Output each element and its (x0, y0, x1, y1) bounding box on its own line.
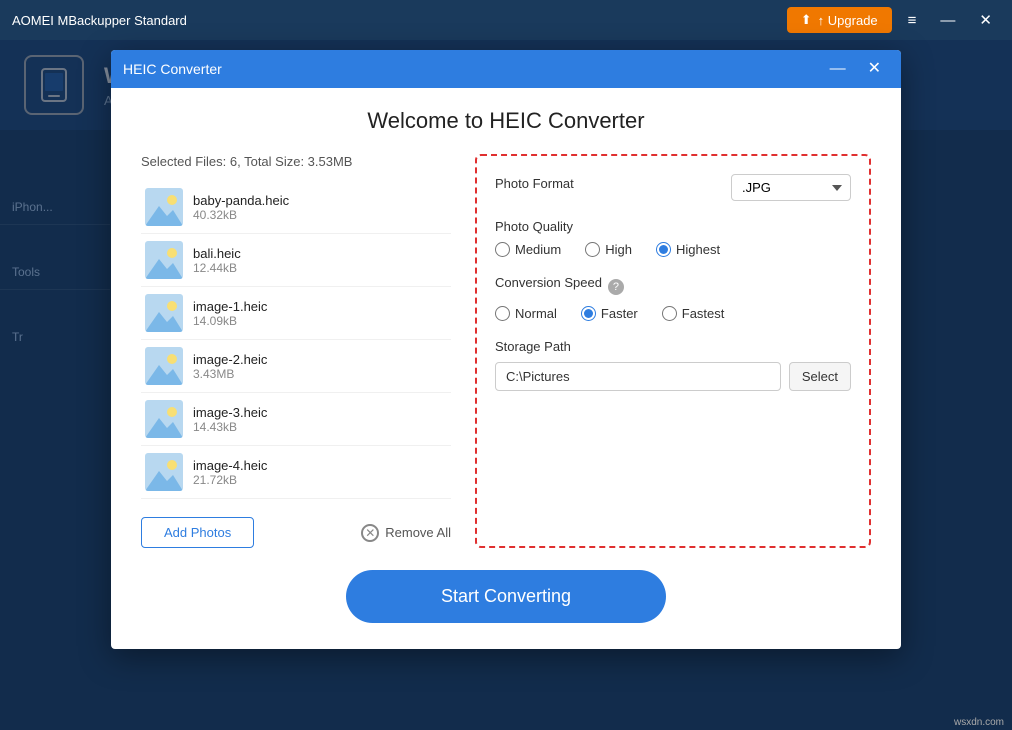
speed-faster-radio[interactable] (581, 306, 596, 321)
start-btn-wrapper: Start Converting (141, 570, 871, 623)
speed-faster-option[interactable]: Faster (581, 306, 638, 321)
dialog-title-bar: HEIC Converter — ✕ (111, 50, 901, 88)
quality-high-option[interactable]: High (585, 242, 632, 257)
conversion-speed-row: Conversion Speed ? Normal Faster (495, 275, 851, 321)
list-item: image-4.heic 21.72kB (141, 446, 451, 499)
speed-group: Normal Faster Fastest (495, 306, 851, 321)
dialog-close-button[interactable]: ✕ (860, 59, 889, 79)
title-bar: AOMEI MBackupper Standard ⬆ ↑ Upgrade ≡ … (0, 0, 1012, 40)
add-photos-button[interactable]: Add Photos (141, 517, 254, 548)
remove-all-button[interactable]: ✕ Remove All (361, 524, 451, 542)
file-name: baby-panda.heic (193, 193, 289, 208)
dialog-overlay: HEIC Converter — ✕ Welcome to HEIC Conve… (0, 40, 1012, 730)
file-list-section: Selected Files: 6, Total Size: 3.53MB ba… (141, 154, 451, 548)
quality-medium-radio[interactable] (495, 242, 510, 257)
list-item: baby-panda.heic 40.32kB (141, 181, 451, 234)
storage-path-row: Storage Path Select (495, 339, 851, 391)
file-size: 14.09kB (193, 314, 267, 328)
list-item: image-3.heic 14.43kB (141, 393, 451, 446)
photo-quality-row: Photo Quality Medium High (495, 219, 851, 257)
file-name: image-4.heic (193, 458, 267, 473)
dialog-minimize-button[interactable]: — (822, 59, 854, 79)
speed-fastest-radio[interactable] (662, 306, 677, 321)
select-path-button[interactable]: Select (789, 362, 851, 391)
start-converting-button[interactable]: Start Converting (346, 570, 666, 623)
upgrade-icon: ⬆ (801, 12, 812, 28)
settings-section: Photo Format .JPG .PNG Photo Quality (475, 154, 871, 548)
remove-all-icon: ✕ (361, 524, 379, 542)
minimize-button[interactable]: — (932, 9, 963, 32)
file-name: image-2.heic (193, 352, 267, 367)
file-name: image-3.heic (193, 405, 267, 420)
close-button[interactable]: ✕ (971, 9, 1000, 32)
app-name: AOMEI MBackupper Standard (12, 13, 187, 28)
upgrade-button[interactable]: ⬆ ↑ Upgrade (787, 7, 892, 33)
dialog-main-title: Welcome to HEIC Converter (141, 108, 871, 134)
photo-format-select[interactable]: .JPG .PNG (731, 174, 851, 201)
file-name: image-1.heic (193, 299, 267, 314)
heic-converter-dialog: HEIC Converter — ✕ Welcome to HEIC Conve… (111, 50, 901, 649)
speed-normal-radio[interactable] (495, 306, 510, 321)
conversion-speed-label: Conversion Speed (495, 275, 602, 290)
file-thumbnail (145, 241, 183, 279)
speed-normal-option[interactable]: Normal (495, 306, 557, 321)
quality-highest-radio[interactable] (656, 242, 671, 257)
file-size: 14.43kB (193, 420, 267, 434)
file-list-actions: Add Photos ✕ Remove All (141, 517, 451, 548)
file-thumbnail (145, 294, 183, 332)
quality-highest-option[interactable]: Highest (656, 242, 720, 257)
photo-format-label: Photo Format (495, 176, 574, 191)
file-size: 40.32kB (193, 208, 289, 222)
watermark: wsxdn.com (954, 717, 1004, 728)
storage-path-input[interactable] (495, 362, 781, 391)
dialog-body: Selected Files: 6, Total Size: 3.53MB ba… (141, 154, 871, 548)
speed-fastest-option[interactable]: Fastest (662, 306, 725, 321)
photo-quality-label: Photo Quality (495, 219, 851, 234)
file-name: bali.heic (193, 246, 241, 261)
file-size: 21.72kB (193, 473, 267, 487)
file-thumbnail (145, 347, 183, 385)
file-size: 12.44kB (193, 261, 241, 275)
menu-button[interactable]: ≡ (900, 9, 925, 32)
file-thumbnail (145, 188, 183, 226)
file-thumbnail (145, 400, 183, 438)
storage-path-label: Storage Path (495, 339, 851, 354)
photo-format-row: Photo Format .JPG .PNG (495, 174, 851, 201)
photo-quality-group: Medium High Highest (495, 242, 851, 257)
dialog-title: HEIC Converter (123, 61, 222, 77)
file-count-info: Selected Files: 6, Total Size: 3.53MB (141, 154, 451, 169)
help-icon[interactable]: ? (608, 279, 624, 295)
file-size: 3.43MB (193, 367, 267, 381)
list-item: image-2.heic 3.43MB (141, 340, 451, 393)
list-item: bali.heic 12.44kB (141, 234, 451, 287)
file-thumbnail (145, 453, 183, 491)
quality-high-radio[interactable] (585, 242, 600, 257)
list-item: image-1.heic 14.09kB (141, 287, 451, 340)
file-list: baby-panda.heic 40.32kB bali.heic 12.44k… (141, 181, 451, 499)
quality-medium-option[interactable]: Medium (495, 242, 561, 257)
dialog-content: Welcome to HEIC Converter Selected Files… (111, 88, 901, 649)
